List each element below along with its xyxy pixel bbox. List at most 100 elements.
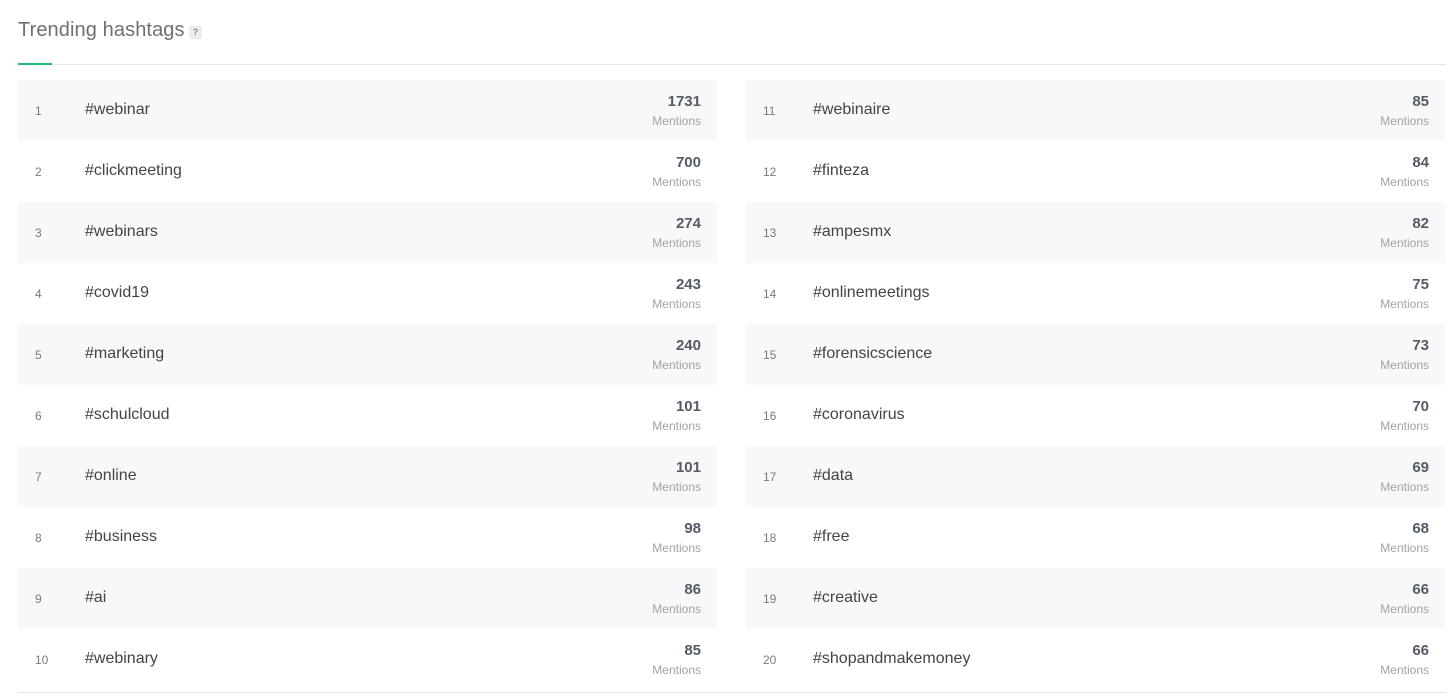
mentions-label: Mentions xyxy=(1380,358,1429,372)
mention-count: 84 xyxy=(1412,154,1429,171)
mentions-label: Mentions xyxy=(652,480,701,494)
hashtag-row[interactable]: 19 #creative 66 Mentions xyxy=(746,568,1445,629)
rank-number: 1 xyxy=(35,104,42,118)
mention-count: 85 xyxy=(684,642,701,659)
hashtag-label: #forensicscience xyxy=(813,345,933,362)
page-title: Trending hashtags xyxy=(18,19,185,41)
hashtag-row[interactable]: 11 #webinaire 85 Mentions xyxy=(746,80,1445,141)
mention-count: 85 xyxy=(1412,93,1429,110)
rank-number: 4 xyxy=(35,287,42,301)
mentions-label: Mentions xyxy=(652,358,701,372)
hashtag-row[interactable]: 2 #clickmeeting 700 Mentions xyxy=(18,141,717,202)
hashtag-label: #onlinemeetings xyxy=(813,284,930,301)
hashtag-label: #ai xyxy=(85,589,107,606)
rank-number: 9 xyxy=(35,592,42,606)
mention-count: 101 xyxy=(675,398,701,415)
rank-number: 15 xyxy=(763,348,777,362)
rank-number: 10 xyxy=(35,653,49,667)
hashtag-label: #finteza xyxy=(813,162,870,179)
hashtag-row[interactable]: 9 #ai 86 Mentions xyxy=(18,568,717,629)
mention-count: 66 xyxy=(1412,642,1429,659)
rank-number: 19 xyxy=(763,592,777,606)
rank-number: 3 xyxy=(35,226,42,240)
help-icon[interactable]: ? xyxy=(189,26,202,39)
hashtag-row[interactable]: 18 #free 68 Mentions xyxy=(746,507,1445,568)
mention-count: 101 xyxy=(675,459,701,476)
hashtag-label: #business xyxy=(85,528,158,545)
hashtag-row[interactable]: 14 #onlinemeetings 75 Mentions xyxy=(746,263,1445,324)
mention-count: 243 xyxy=(675,276,701,293)
mentions-label: Mentions xyxy=(1380,297,1429,311)
mentions-label: Mentions xyxy=(1380,541,1429,555)
mentions-label: Mentions xyxy=(1380,114,1429,128)
mentions-label: Mentions xyxy=(1380,419,1429,433)
mentions-label: Mentions xyxy=(1380,480,1429,494)
hashtag-row[interactable]: 8 #business 98 Mentions xyxy=(18,507,717,568)
hashtag-label: #webinaire xyxy=(813,101,891,118)
hashtag-row[interactable]: 12 #finteza 84 Mentions xyxy=(746,141,1445,202)
mention-count: 240 xyxy=(675,337,701,354)
rank-number: 2 xyxy=(35,165,42,179)
hashtag-label: #ampesmx xyxy=(813,223,892,240)
rank-number: 14 xyxy=(763,287,777,301)
mention-count: 98 xyxy=(684,520,701,537)
mention-count: 86 xyxy=(684,581,701,598)
hashtag-row[interactable]: 20 #shopandmakemoney 66 Mentions xyxy=(746,629,1445,690)
rank-number: 12 xyxy=(763,165,777,179)
section-header: Trending hashtags ? xyxy=(18,18,1446,65)
hashtag-label: #schulcloud xyxy=(85,406,170,423)
mentions-label: Mentions xyxy=(1380,236,1429,250)
mention-count: 700 xyxy=(675,154,701,171)
rank-number: 18 xyxy=(763,531,777,545)
mention-count: 70 xyxy=(1412,398,1429,415)
hashtag-row[interactable]: 13 #ampesmx 82 Mentions xyxy=(746,202,1445,263)
mentions-label: Mentions xyxy=(652,236,701,250)
hashtag-row[interactable]: 1 #webinar 1731 Mentions xyxy=(18,80,717,141)
rank-number: 20 xyxy=(763,653,777,667)
rank-number: 17 xyxy=(763,470,777,484)
mentions-label: Mentions xyxy=(1380,663,1429,677)
hashtag-label: #covid19 xyxy=(85,284,150,301)
mention-count: 73 xyxy=(1412,337,1429,354)
hashtag-label: #free xyxy=(813,528,850,545)
hashtag-list-left: 1 #webinar 1731 Mentions 2 #clickmeeting… xyxy=(18,80,717,690)
rank-number: 16 xyxy=(763,409,777,423)
hashtag-row[interactable]: 7 #online 101 Mentions xyxy=(18,446,717,507)
mentions-label: Mentions xyxy=(652,419,701,433)
mentions-label: Mentions xyxy=(1380,175,1429,189)
mention-count: 66 xyxy=(1412,581,1429,598)
active-tab-indicator xyxy=(18,63,52,65)
rank-number: 5 xyxy=(35,348,42,362)
mention-count: 69 xyxy=(1412,459,1429,476)
hashtag-label: #marketing xyxy=(85,345,165,362)
bottom-divider xyxy=(18,692,1446,693)
hashtag-row[interactable]: 16 #coronavirus 70 Mentions xyxy=(746,385,1445,446)
mentions-label: Mentions xyxy=(652,297,701,311)
rank-number: 6 xyxy=(35,409,42,423)
hashtag-row[interactable]: 5 #marketing 240 Mentions xyxy=(18,324,717,385)
rank-number: 13 xyxy=(763,226,777,240)
hashtag-label: #shopandmakemoney xyxy=(813,650,971,667)
hashtag-row[interactable]: 6 #schulcloud 101 Mentions xyxy=(18,385,717,446)
rank-number: 11 xyxy=(763,104,776,118)
rank-number: 7 xyxy=(35,470,42,484)
mention-count: 274 xyxy=(675,215,701,232)
hashtag-label: #coronavirus xyxy=(813,406,905,423)
mention-count: 68 xyxy=(1412,520,1429,537)
mention-count: 82 xyxy=(1412,215,1429,232)
hashtag-row[interactable]: 15 #forensicscience 73 Mentions xyxy=(746,324,1445,385)
mentions-label: Mentions xyxy=(652,114,701,128)
hashtag-row[interactable]: 3 #webinars 274 Mentions xyxy=(18,202,717,263)
hashtag-label: #clickmeeting xyxy=(85,162,182,179)
mentions-label: Mentions xyxy=(652,602,701,616)
hashtag-row[interactable]: 17 #data 69 Mentions xyxy=(746,446,1445,507)
mention-count: 1731 xyxy=(667,93,701,110)
hashtag-label: #webinars xyxy=(85,223,158,240)
hashtag-label: #webinar xyxy=(85,101,150,118)
rank-number: 8 xyxy=(35,531,42,545)
mention-count: 75 xyxy=(1412,276,1429,293)
hashtag-row[interactable]: 10 #webinary 85 Mentions xyxy=(18,629,717,690)
hashtag-row[interactable]: 4 #covid19 243 Mentions xyxy=(18,263,717,324)
mentions-label: Mentions xyxy=(652,541,701,555)
hashtag-label: #webinary xyxy=(85,650,158,667)
